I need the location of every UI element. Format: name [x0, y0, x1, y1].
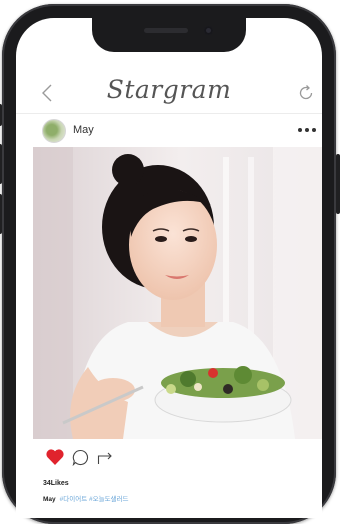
power-button — [336, 154, 340, 214]
post-username[interactable]: May — [73, 124, 94, 136]
volume-down-button — [0, 194, 2, 234]
mute-switch — [0, 104, 2, 126]
more-horizontal-icon[interactable] — [296, 127, 318, 133]
post-photo[interactable] — [33, 147, 322, 439]
app-title: Stargram — [106, 75, 232, 104]
likes-count[interactable]: 34Likes — [43, 480, 69, 487]
refresh-icon[interactable] — [297, 84, 315, 102]
hashtags[interactable]: #다이어트 #오늘도샐러드 — [60, 496, 129, 503]
phone-frame: Stargram May 34Likes May #다이어트 #오늘도샐러드 — [0, 4, 340, 524]
caption-username[interactable]: May — [43, 496, 56, 503]
heart-icon[interactable] — [45, 448, 65, 466]
post-caption: May #다이어트 #오늘도샐러드 — [43, 493, 129, 503]
speaker — [144, 28, 188, 33]
post-header: May — [16, 116, 322, 146]
notch — [92, 18, 246, 52]
front-camera — [204, 26, 213, 35]
app-header: Stargram — [16, 73, 322, 114]
share-icon[interactable] — [97, 450, 114, 465]
post-actions — [16, 446, 322, 468]
volume-up-button — [0, 144, 2, 184]
avatar[interactable] — [42, 119, 66, 143]
phone-screen: Stargram May 34Likes May #다이어트 #오늘도샐러드 — [16, 18, 322, 518]
comment-icon[interactable] — [72, 449, 89, 466]
